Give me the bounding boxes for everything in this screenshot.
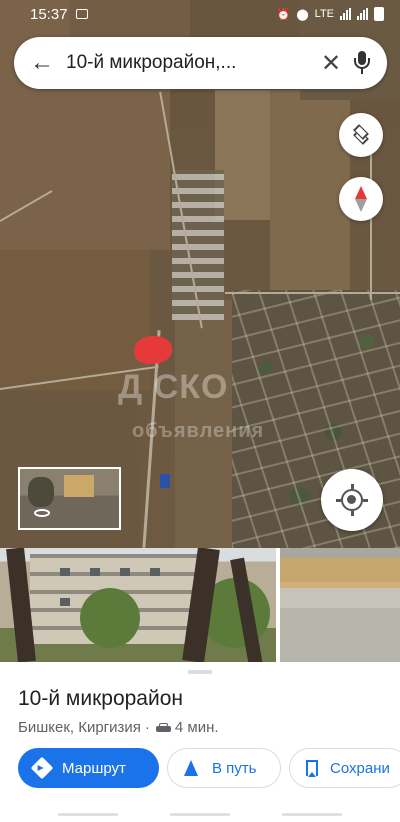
car-icon	[155, 722, 171, 733]
status-icons: ⏰ ⬤ LTE	[277, 7, 384, 21]
map-vehicle	[160, 474, 170, 488]
back-arrow-icon[interactable]: ←	[30, 49, 66, 77]
watermark: объявления	[132, 420, 265, 442]
directions-icon	[30, 756, 54, 780]
layers-icon	[352, 124, 370, 145]
status-time: 15:37	[30, 5, 68, 23]
navigation-arrow-icon	[184, 760, 198, 776]
place-location: Бишкек, Киргизия	[18, 719, 141, 736]
crosshair-icon	[336, 484, 368, 516]
close-icon[interactable]: ✕	[309, 49, 353, 78]
directions-label: Маршрут	[62, 759, 126, 777]
my-location-button[interactable]	[321, 469, 383, 531]
place-subtitle: Бишкек, Киргизия · 4 мин.	[18, 719, 219, 736]
compass-button[interactable]	[339, 177, 383, 221]
sheet-drag-handle[interactable]	[188, 670, 212, 674]
gallery-icon	[75, 9, 88, 19]
start-label: В путь	[212, 759, 257, 777]
search-query[interactable]: 10-й микрорайон,...	[66, 52, 309, 74]
directions-button[interactable]: Маршрут	[18, 748, 159, 788]
system-nav-bar	[0, 808, 400, 822]
place-photo[interactable]	[0, 548, 276, 662]
action-buttons: Маршрут В путь Сохрани	[18, 748, 400, 788]
location-icon: ⬤	[296, 8, 309, 21]
drive-time: 4 мин.	[174, 719, 219, 736]
photo-strip[interactable]	[0, 548, 400, 662]
start-navigation-button[interactable]: В путь	[167, 748, 281, 788]
street-view-rotate-icon	[34, 509, 50, 517]
network-type: LTE	[314, 8, 334, 20]
satellite-map[interactable]: Д СКО объявления 15:37 ⏰ ⬤ LTE ← 10-й ми…	[0, 0, 400, 548]
battery-icon	[374, 7, 384, 21]
layers-button[interactable]	[339, 113, 383, 157]
map-field	[270, 90, 350, 290]
save-label: Сохрани	[330, 759, 390, 777]
place-title: 10-й микрорайон	[18, 687, 183, 710]
separator-dot: ·	[144, 719, 150, 736]
map-road	[225, 292, 400, 294]
place-sheet[interactable]: 10-й микрорайон Бишкек, Киргизия · 4 мин…	[0, 662, 400, 822]
bookmark-icon	[306, 760, 318, 777]
search-bar[interactable]: ← 10-й микрорайон,... ✕	[14, 37, 387, 89]
watermark: Д СКО	[118, 368, 229, 406]
compass-icon	[355, 186, 367, 212]
save-button[interactable]: Сохрани	[289, 748, 400, 788]
map-farm-buildings	[172, 170, 224, 320]
signal-icon	[357, 8, 368, 20]
signal-icon	[340, 8, 351, 20]
status-bar: 15:37 ⏰ ⬤ LTE	[0, 0, 400, 28]
microphone-icon[interactable]	[353, 51, 371, 75]
place-photo[interactable]	[280, 548, 400, 662]
street-view-thumbnail[interactable]	[18, 467, 121, 530]
location-marker[interactable]	[134, 336, 172, 364]
alarm-icon: ⏰	[276, 8, 291, 21]
